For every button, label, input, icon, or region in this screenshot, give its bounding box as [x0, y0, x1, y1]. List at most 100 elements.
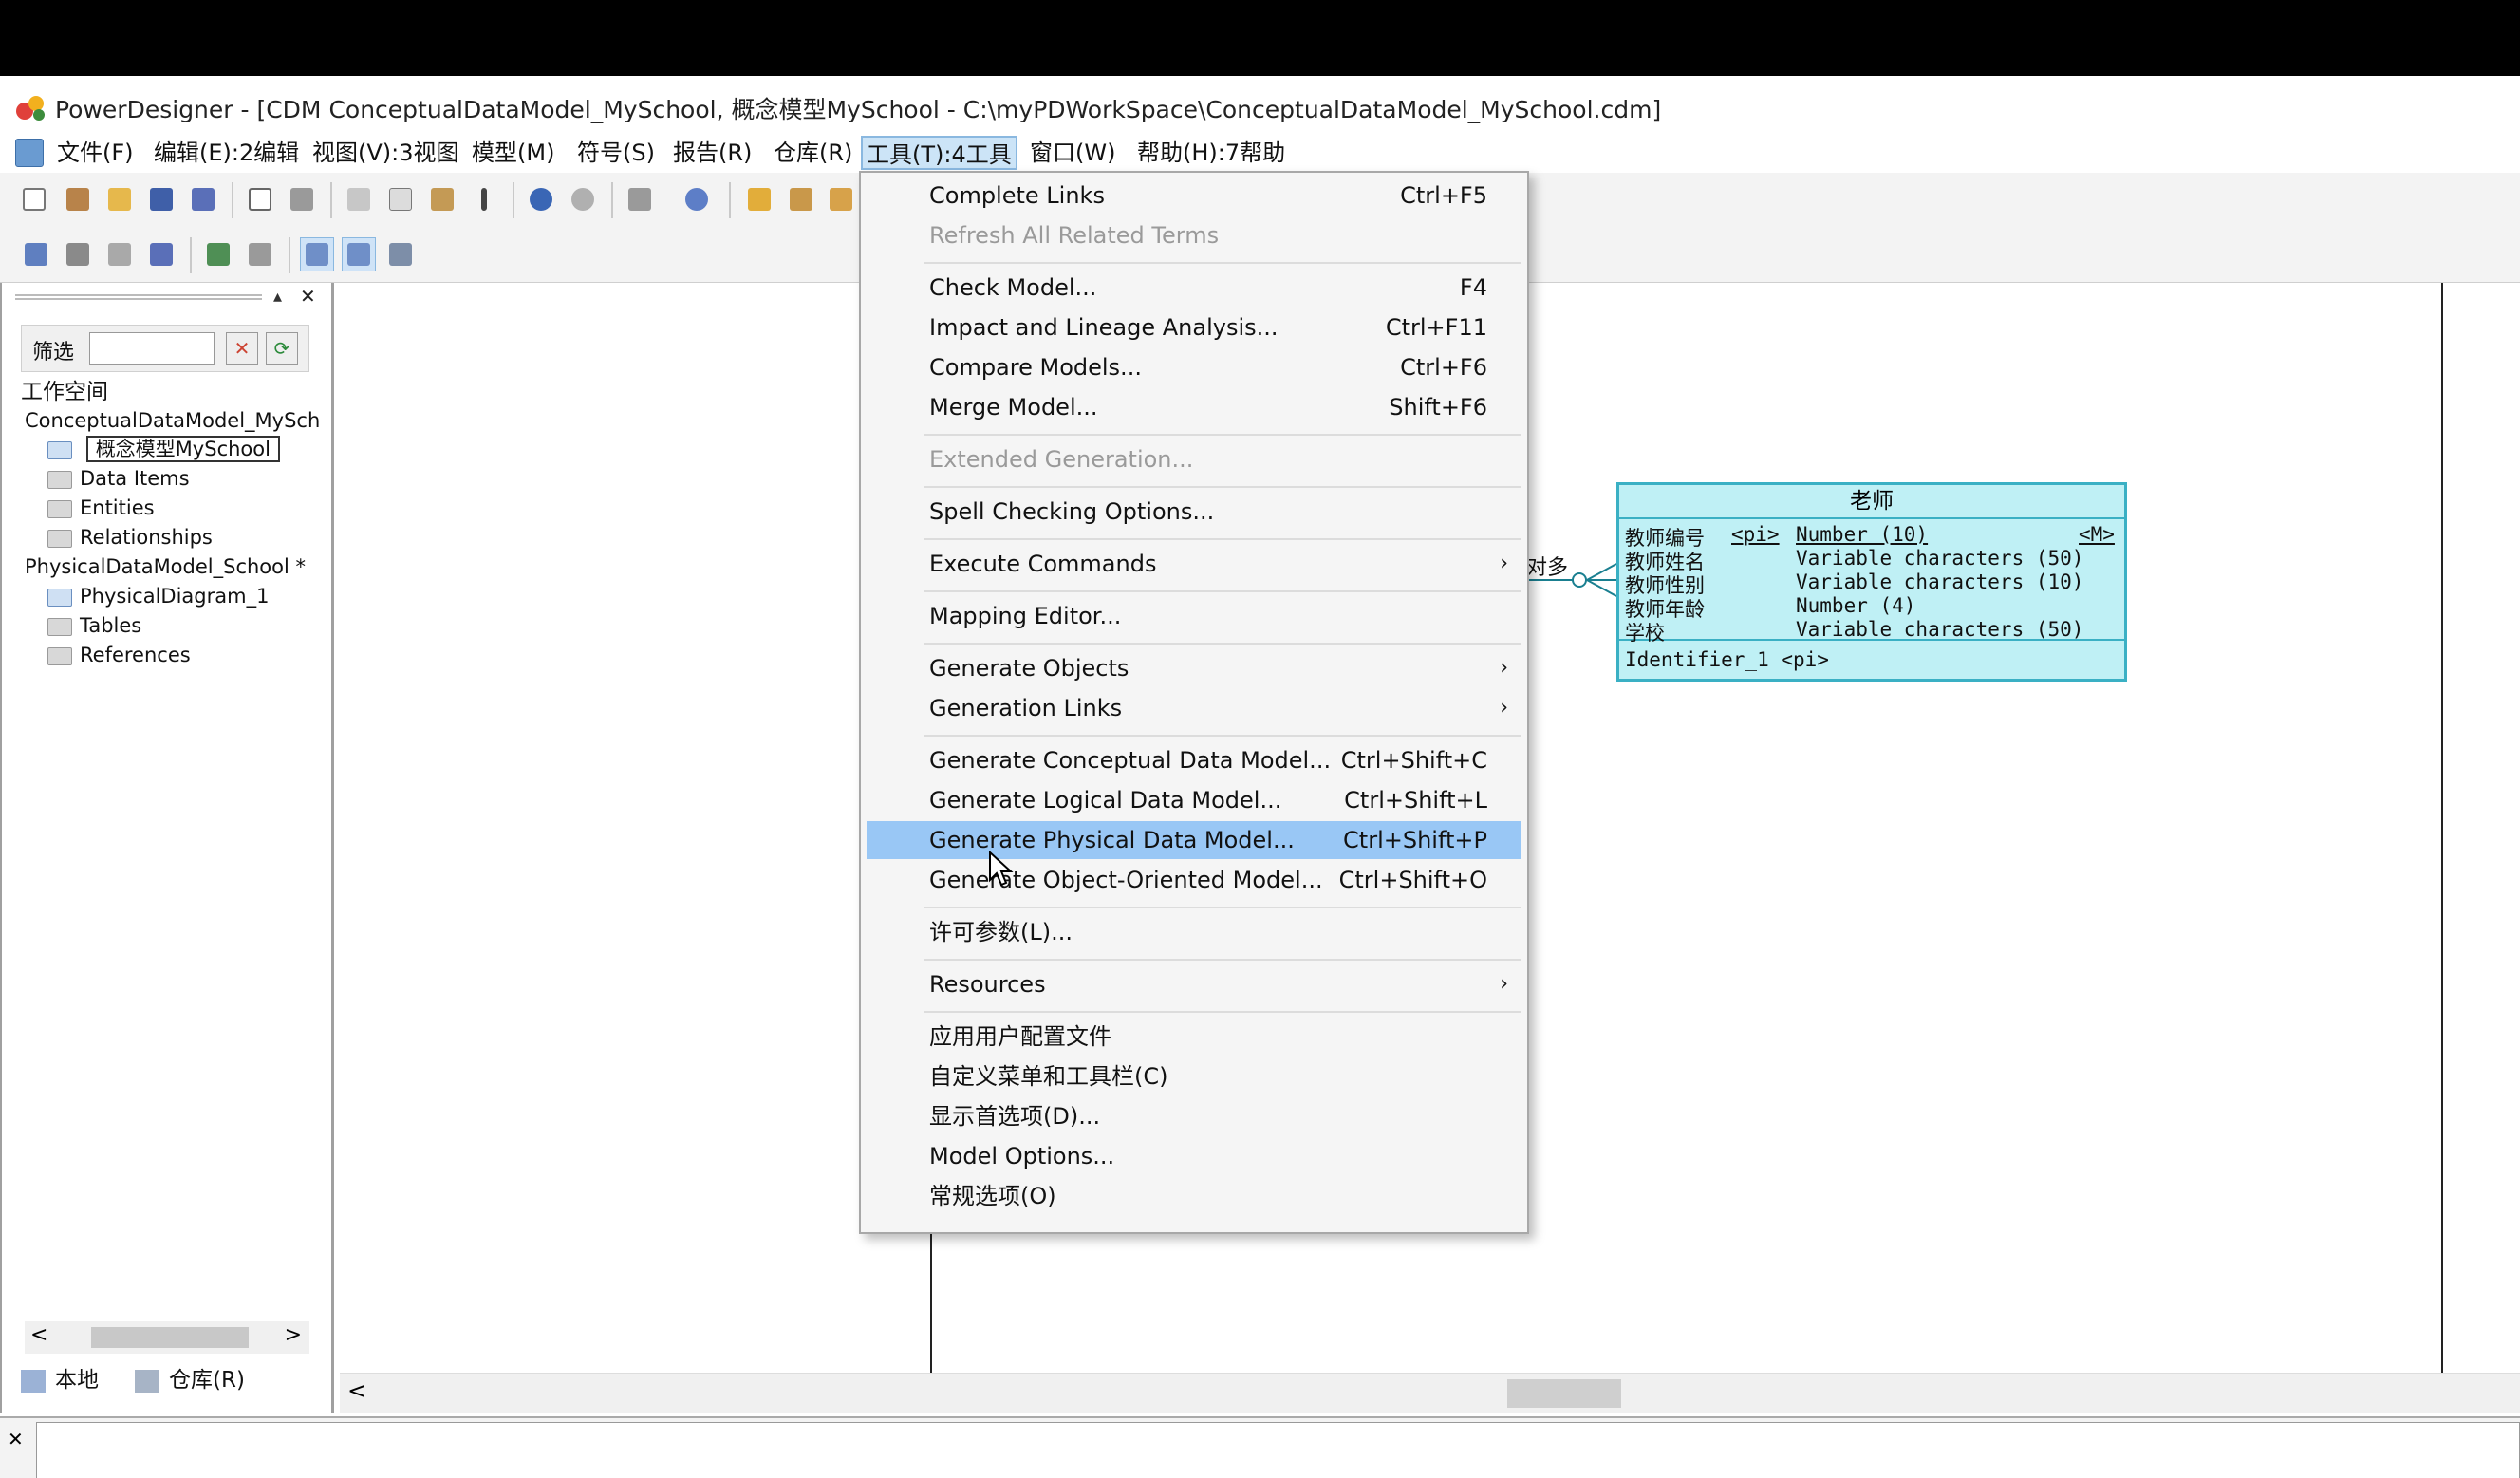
panel-close-icon[interactable]: ✕ [300, 285, 316, 308]
navigate-icon[interactable] [243, 237, 277, 271]
menu-model[interactable]: 模型(M) [468, 136, 558, 170]
menu-help[interactable]: 帮助(H):7帮助 [1133, 136, 1289, 170]
submenu-arrow-icon: › [1500, 656, 1508, 680]
clear-filter-icon[interactable]: ✕ [226, 332, 258, 365]
menu-view[interactable]: 视图(V):3视图 [308, 136, 463, 170]
canvas-scroll-left-icon[interactable]: < [347, 1377, 366, 1404]
repository-icon[interactable] [824, 182, 858, 216]
print-icon[interactable] [285, 182, 319, 216]
cut-icon[interactable] [342, 182, 376, 216]
menu-item-compare-models[interactable]: Compare Models... Ctrl+F6 [867, 348, 1521, 386]
save-all-icon[interactable] [186, 182, 220, 216]
menu-item-apply-profile[interactable]: 应用用户配置文件 [867, 1018, 1521, 1056]
menu-item-refresh-terms[interactable]: Refresh All Related Terms [867, 216, 1521, 254]
grid-view-icon[interactable] [383, 237, 418, 271]
menu-report[interactable]: 报告(R) [669, 136, 756, 170]
scroll-right-icon[interactable]: > [285, 1323, 302, 1347]
powerdesigner-logo-icon [15, 92, 47, 122]
paste-icon[interactable] [425, 182, 459, 216]
window-title: PowerDesigner - [CDM ConceptualDataModel… [55, 96, 1662, 123]
menu-app-icon[interactable] [15, 139, 44, 167]
delete-icon[interactable] [467, 182, 501, 216]
menu-item-mapping-editor[interactable]: Mapping Editor... [867, 597, 1521, 635]
menu-item-spell-checking[interactable]: Spell Checking Options... [867, 493, 1521, 531]
save-icon[interactable] [144, 182, 178, 216]
text-view-icon[interactable] [342, 237, 376, 271]
menu-item-resources[interactable]: Resources › [867, 965, 1521, 1003]
relationships-label: Relationships [80, 526, 213, 549]
new-project-icon[interactable] [61, 182, 95, 216]
menu-item-merge-model[interactable]: Merge Model... Shift+F6 [867, 388, 1521, 426]
properties-icon[interactable] [623, 182, 657, 216]
model-icon[interactable] [742, 182, 776, 216]
menu-item-generate-objects[interactable]: Generate Objects › [867, 649, 1521, 687]
menu-item-customize-menus[interactable]: 自定义菜单和工具栏(C) [867, 1057, 1521, 1095]
output-icon[interactable] [144, 237, 178, 271]
tree-node-diagram[interactable]: 概念模型MySchool [47, 435, 280, 463]
menu-file[interactable]: 文件(F) [53, 136, 138, 170]
tree-node-tables[interactable]: Tables [47, 611, 141, 640]
filter-input[interactable] [89, 332, 215, 365]
menu-symbol[interactable]: 符号(S) [573, 136, 659, 170]
workspace-node[interactable]: 工作空间 [21, 378, 108, 406]
menu-repository[interactable]: 仓库(R) [770, 136, 856, 170]
new-icon[interactable] [17, 182, 51, 216]
tree-node-cdm[interactable]: ConceptualDataModel_MySch [25, 406, 320, 435]
menu-item-generate-pdm[interactable]: Generate Physical Data Model... Ctrl+Shif… [867, 821, 1521, 859]
panel-grip[interactable] [15, 294, 262, 300]
canvas-hscrollbar[interactable]: < [340, 1373, 2520, 1413]
menu-item-execute-commands[interactable]: Execute Commands › [867, 545, 1521, 583]
tree-node-physical-diagram[interactable]: PhysicalDiagram_1 [47, 582, 269, 610]
attr-type: Variable characters (50) [1796, 547, 2084, 570]
tree-node-references[interactable]: References [47, 641, 191, 669]
menu-edit[interactable]: 编辑(E):2编辑 [150, 136, 303, 170]
tab-local[interactable]: 本地 [21, 1361, 99, 1394]
menu-item-general-options[interactable]: 常规选项(O) [867, 1177, 1521, 1215]
tree-node-pdm[interactable]: PhysicalDataModel_School * [25, 552, 306, 581]
output-close-icon[interactable]: ✕ [8, 1428, 24, 1450]
undo-icon[interactable] [524, 182, 558, 216]
tab-repository[interactable]: 仓库(R) [135, 1361, 245, 1394]
entity-teacher[interactable]: 老师 教师编号 <pi> Number (10) <M> 教师姓名 Variab… [1616, 482, 2127, 682]
menu-item-display-preferences[interactable]: 显示首选项(D)... [867, 1097, 1521, 1135]
menu-item-complete-links[interactable]: Complete Links Ctrl+F5 [867, 177, 1521, 215]
tree-node-entities[interactable]: Entities [47, 494, 155, 522]
folder-icon [47, 470, 72, 489]
print-preview-icon[interactable] [243, 182, 277, 216]
list-icon[interactable] [103, 237, 137, 271]
menu-item-generate-ldm[interactable]: Generate Logical Data Model... Ctrl+Shift… [867, 781, 1521, 819]
output-area[interactable] [36, 1422, 2520, 1478]
canvas-scroll-thumb[interactable] [1507, 1379, 1621, 1408]
menu-item-generate-oom[interactable]: Generate Object-Oriented Model... Ctrl+Sh… [867, 861, 1521, 899]
panel-pin-icon[interactable]: ▴ [273, 287, 282, 307]
tree-node-data-items[interactable]: Data Items [47, 464, 190, 493]
zoom-icon[interactable] [300, 237, 334, 271]
menu-item-extended-generation[interactable]: Extended Generation... [867, 440, 1521, 478]
menu-window[interactable]: 窗口(W) [1026, 136, 1119, 170]
tree-node-relationships[interactable]: Relationships [47, 523, 213, 552]
menu-item-model-options[interactable]: Model Options... [867, 1137, 1521, 1175]
diagram-icon [47, 588, 72, 607]
menu-tools[interactable]: 工具(T):4工具 [861, 136, 1017, 170]
menu-item-license-params[interactable]: 许可参数(L)... [867, 913, 1521, 951]
refresh-filter-icon[interactable]: ⟳ [266, 332, 298, 365]
redo-icon[interactable] [566, 182, 600, 216]
physical-diagram-label: PhysicalDiagram_1 [80, 585, 270, 608]
diagram-icon[interactable] [19, 237, 53, 271]
menu-item-check-model[interactable]: Check Model... F4 [867, 269, 1521, 307]
browser-icon[interactable] [61, 237, 95, 271]
browser-hscrollbar[interactable]: < > [25, 1321, 309, 1354]
menu-item-generate-cdm[interactable]: Generate Conceptual Data Model... Ctrl+Sh… [867, 741, 1521, 779]
check-icon[interactable] [680, 182, 714, 216]
menu-item-generation-links[interactable]: Generation Links › [867, 689, 1521, 727]
package-icon[interactable] [784, 182, 818, 216]
submenu-arrow-icon: › [1500, 972, 1508, 996]
scroll-left-icon[interactable]: < [30, 1323, 47, 1347]
menu-item-impact-analysis[interactable]: Impact and Lineage Analysis... Ctrl+F11 [867, 309, 1521, 346]
folder-icon [47, 529, 72, 548]
copy-icon[interactable] [383, 182, 418, 216]
scroll-thumb[interactable] [91, 1327, 249, 1348]
refresh-icon[interactable] [201, 237, 235, 271]
open-icon[interactable] [103, 182, 137, 216]
pdm-label: PhysicalDataModel_School * [25, 555, 307, 578]
